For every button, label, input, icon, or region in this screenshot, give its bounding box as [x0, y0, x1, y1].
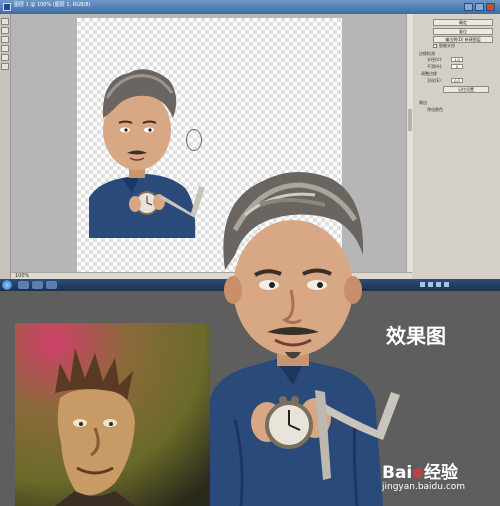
tray-icon[interactable] [420, 282, 425, 287]
lasso-tool-icon[interactable] [1, 36, 9, 43]
radius-field[interactable]: 1.0 [451, 57, 463, 62]
marquee-tool-icon[interactable] [1, 27, 9, 34]
move-tool-icon[interactable] [1, 18, 9, 25]
output-section-label: 输出 [419, 100, 427, 105]
reference-caricature-image [15, 323, 210, 506]
vertical-scrollbar[interactable] [406, 14, 413, 272]
feather-label: 羽化(E): [427, 78, 442, 83]
refine-edge-panel: 确定 复位 输出到(D) 新建图层 智能半径 边缘检测 半径(U): 1.0 平… [413, 14, 500, 279]
brush-tool-icon[interactable] [1, 45, 9, 52]
tray-icon[interactable] [444, 282, 449, 287]
smooth-field[interactable]: 0 [451, 64, 463, 69]
title-bar: 图层 1 @ 100% (图层 1, RGB/8) [0, 0, 500, 14]
result-caricature-image [205, 160, 405, 506]
app-icon [3, 3, 11, 11]
ok-button[interactable]: 确定 [433, 19, 493, 26]
eraser-tool-icon[interactable] [1, 54, 9, 61]
reset-button[interactable]: 复位 [433, 28, 493, 35]
window-title: 图层 1 @ 100% (图层 1, RGB/8) [14, 2, 91, 8]
adjust-edge-label: 调整边缘 [421, 71, 437, 76]
radius-label: 半径(U): [427, 57, 443, 62]
brush-cursor [186, 129, 202, 151]
result-label: 效果图 [386, 324, 446, 348]
watermark-url: jingyan.baidu.com [382, 482, 466, 492]
output-to-button[interactable]: 输出到(D) 新建图层 [433, 36, 493, 43]
start-button[interactable] [2, 280, 12, 290]
logo-jingyan: 经验 [424, 463, 458, 483]
tools-panel [0, 14, 11, 279]
taskbar-app-2[interactable] [32, 281, 43, 289]
minimize-button[interactable] [464, 3, 473, 11]
maximize-button[interactable] [475, 3, 484, 11]
smart-radius-checkbox[interactable] [433, 44, 437, 48]
logo-bai: Bai [382, 463, 413, 483]
close-button[interactable] [486, 3, 495, 11]
tray-icon[interactable] [436, 282, 441, 287]
taskbar-app-1[interactable] [18, 281, 29, 289]
baidu-jingyan-logo: Bai❁经验 [382, 458, 458, 483]
decontaminate-label: 净化颜色 [427, 107, 443, 112]
feather-field[interactable]: 0.0 [451, 78, 463, 83]
tray-icon[interactable] [428, 282, 433, 287]
system-tray [420, 281, 495, 289]
smart-radius-label: 智能半径 [439, 43, 455, 48]
zoom-tool-icon[interactable] [1, 63, 9, 70]
smooth-label: 平滑(H): [427, 64, 443, 69]
remember-settings-button[interactable]: 记住设置 [443, 86, 489, 93]
scrollbar-thumb[interactable] [408, 109, 412, 131]
taskbar-app-3[interactable] [46, 281, 57, 289]
paw-icon: ❁ [412, 466, 424, 482]
